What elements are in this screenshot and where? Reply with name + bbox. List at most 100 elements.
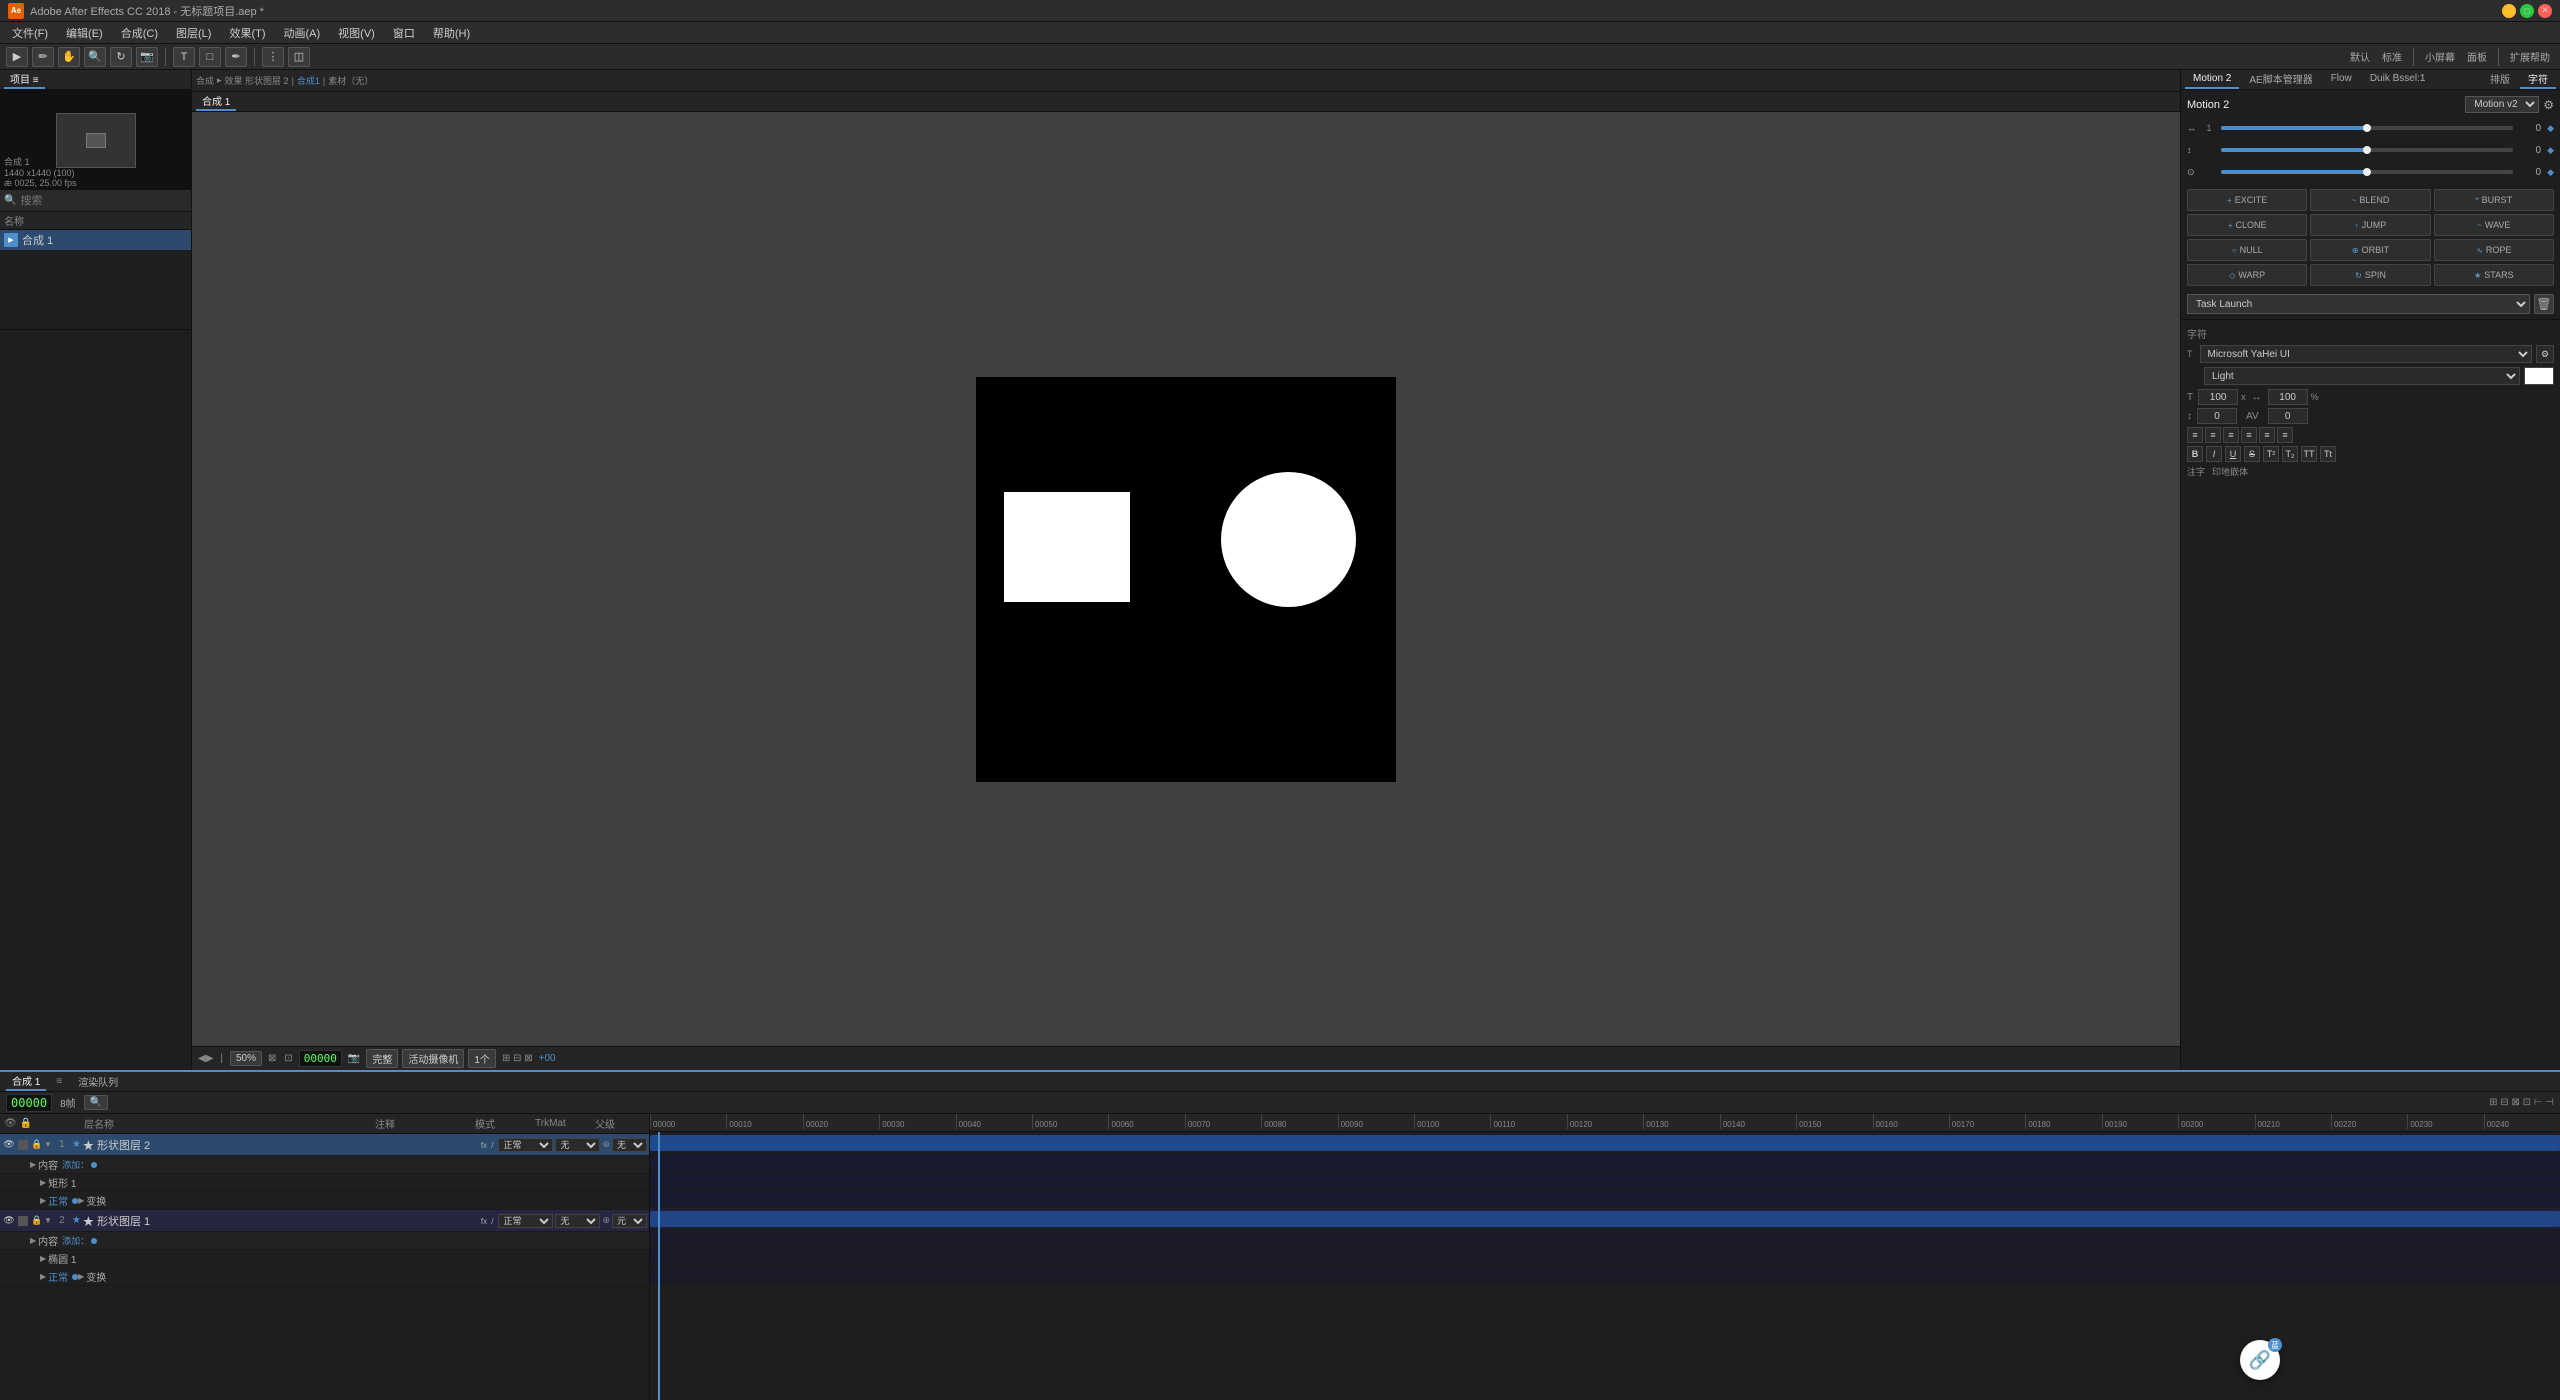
underline-btn[interactable]: U xyxy=(2225,446,2241,462)
shape-circle[interactable] xyxy=(1221,472,1356,607)
align-justify-btn[interactable]: ≡ xyxy=(2241,427,2257,443)
align-justify-full-btn[interactable]: ≡ xyxy=(2259,427,2275,443)
btn-rope[interactable]: ∿ROPE xyxy=(2434,239,2554,261)
layer1-fx-btn[interactable]: fx xyxy=(481,1141,487,1150)
btn-blend[interactable]: ~BLEND xyxy=(2310,189,2430,211)
tab-project[interactable]: 项目 ≡ xyxy=(4,70,45,89)
tool-shape-pen[interactable]: ✒ xyxy=(225,47,247,67)
align-right-btn[interactable]: ≡ xyxy=(2223,427,2239,443)
transform2-expand2[interactable]: ▶ xyxy=(78,1272,84,1281)
layer2-fx-btn[interactable]: fx xyxy=(481,1217,487,1226)
tool-snapping[interactable]: ◫ xyxy=(288,47,310,67)
superscript-btn[interactable]: T² xyxy=(2263,446,2279,462)
motion-version-select[interactable]: Motion v2 xyxy=(2465,96,2539,113)
tab-ae-scripts[interactable]: AE脚本管理器 xyxy=(2241,70,2320,89)
viewer-tab-comp1[interactable]: 合成 1 xyxy=(196,92,236,111)
tool-text[interactable]: T xyxy=(173,47,195,67)
text-color-swatch[interactable] xyxy=(2524,367,2554,385)
all-caps-btn[interactable]: TT xyxy=(2301,446,2317,462)
layer2-lock[interactable]: 🔒 xyxy=(30,1215,44,1226)
layer2-parent-select[interactable]: 元 xyxy=(612,1214,647,1228)
layer1-solo[interactable] xyxy=(18,1140,28,1150)
layer1-trkmat-select[interactable]: 无 xyxy=(555,1138,600,1152)
rect-expand[interactable]: ▶ xyxy=(40,1178,46,1187)
task-launch-select[interactable]: Task Launch xyxy=(2187,294,2530,314)
tab-character[interactable]: 字符 xyxy=(2520,70,2556,89)
layer2-eye[interactable]: 👁 xyxy=(2,1215,16,1226)
layer-row-2[interactable]: 👁 🔒 ▼ 2 ★ ★ 形状图层 1 fx / 正常 无 ⊕ xyxy=(0,1210,649,1232)
tool-select[interactable]: ▶ xyxy=(6,47,28,67)
tool-align[interactable]: ⋮ xyxy=(262,47,284,67)
tab-typography[interactable]: 排版 xyxy=(2482,70,2518,89)
content-expand[interactable]: ▶ xyxy=(30,1160,36,1169)
layer1-mode-select[interactable]: 正常 xyxy=(498,1138,553,1152)
slider-z-track[interactable] xyxy=(2221,170,2513,174)
menu-compose[interactable]: 合成(C) xyxy=(113,23,166,43)
close-button[interactable]: ✕ xyxy=(2538,4,2552,18)
project-item-comp1[interactable]: ▶ 合成 1 xyxy=(0,230,191,250)
views-select[interactable]: 1个 xyxy=(468,1049,496,1068)
transform1-expand[interactable]: ▶ xyxy=(40,1196,46,1205)
subscript-btn[interactable]: T₂ xyxy=(2282,446,2298,462)
kerning-input[interactable] xyxy=(2268,408,2308,424)
btn-burst[interactable]: *BURST xyxy=(2434,189,2554,211)
tab-duik[interactable]: Duik Bssel:1 xyxy=(2362,70,2434,89)
minimize-button[interactable]: ─ xyxy=(2502,4,2516,18)
task-delete-button[interactable]: 🗑 xyxy=(2534,294,2554,314)
tab-motion2[interactable]: Motion 2 xyxy=(2185,70,2239,89)
font-size-input[interactable] xyxy=(2198,389,2238,405)
btn-spin[interactable]: ↻SPIN xyxy=(2310,264,2430,286)
btn-jump[interactable]: ↑JUMP xyxy=(2310,214,2430,236)
timeline-search-btn[interactable]: 🔍 xyxy=(84,1095,108,1110)
align-left-btn[interactable]: ≡ xyxy=(2187,427,2203,443)
small-caps-btn[interactable]: Tt xyxy=(2320,446,2336,462)
font-settings-btn[interactable]: ⚙ xyxy=(2536,345,2554,363)
font-style-select[interactable]: Light xyxy=(2204,367,2520,385)
align-center-btn[interactable]: ≡ xyxy=(2205,427,2221,443)
tool-shape-rect[interactable]: □ xyxy=(199,47,221,67)
timeline-tab-render[interactable]: 渲染队列 xyxy=(72,1072,124,1091)
menu-edit[interactable]: 编辑(E) xyxy=(58,23,111,43)
tool-rotate[interactable]: ↻ xyxy=(110,47,132,67)
motion-settings-icon[interactable]: ⚙ xyxy=(2543,98,2554,112)
menu-animation[interactable]: 动画(A) xyxy=(276,23,329,43)
btn-warp[interactable]: ◇WARP xyxy=(2187,264,2307,286)
menu-help[interactable]: 帮助(H) xyxy=(425,23,478,43)
transform1-expand2[interactable]: ▶ xyxy=(78,1196,84,1205)
tracking-input[interactable] xyxy=(2268,389,2308,405)
layer2-solo[interactable] xyxy=(18,1216,28,1226)
layer-row-1[interactable]: 👁 🔒 ▼ 1 ★ ★ 形状图层 2 fx / 正常 无 ⊕ xyxy=(0,1134,649,1156)
menu-effects[interactable]: 效果(T) xyxy=(221,23,273,43)
font-name-select[interactable]: Microsoft YaHei UI xyxy=(2200,345,2533,363)
layer1-eye[interactable]: 👁 xyxy=(2,1139,16,1150)
menu-window[interactable]: 窗口 xyxy=(385,23,423,43)
menu-layer[interactable]: 图层(L) xyxy=(168,23,219,43)
bold-btn[interactable]: B xyxy=(2187,446,2203,462)
tab-flow[interactable]: Flow xyxy=(2323,70,2360,89)
btn-orbit[interactable]: ⊕ORBIT xyxy=(2310,239,2430,261)
align-justify-left-btn[interactable]: ≡ xyxy=(2277,427,2293,443)
slider-x-track[interactable] xyxy=(2221,126,2513,130)
menu-view[interactable]: 视图(V) xyxy=(330,23,383,43)
transform2-expand[interactable]: ▶ xyxy=(40,1272,46,1281)
zoom-select[interactable]: 50% xyxy=(230,1051,262,1066)
tool-zoom[interactable]: 🔍 xyxy=(84,47,106,67)
layer2-expand[interactable]: ▼ xyxy=(44,1216,52,1225)
layer1-lock[interactable]: 🔒 xyxy=(30,1139,44,1150)
playhead[interactable] xyxy=(658,1132,660,1400)
maximize-button[interactable]: □ xyxy=(2520,4,2534,18)
tool-camera[interactable]: 📷 xyxy=(136,47,158,67)
italic-btn[interactable]: I xyxy=(2206,446,2222,462)
btn-null[interactable]: ○NULL xyxy=(2187,239,2307,261)
layer1-parent-select[interactable]: 无 xyxy=(612,1138,647,1152)
strikethrough-btn[interactable]: S xyxy=(2244,446,2260,462)
camera-select[interactable]: 活动摄像机 xyxy=(402,1049,464,1068)
viewer-canvas[interactable] xyxy=(192,112,2180,1046)
layer2-mode-select[interactable]: 正常 xyxy=(498,1214,553,1228)
btn-excite[interactable]: +EXCITE xyxy=(2187,189,2307,211)
timeline-tab-comp1[interactable]: 合成 1 xyxy=(6,1072,46,1091)
tool-pen[interactable]: ✏ xyxy=(32,47,54,67)
slider-y-track[interactable] xyxy=(2221,148,2513,152)
layer1-expand[interactable]: ▼ xyxy=(44,1140,52,1149)
btn-clone[interactable]: +CLONE xyxy=(2187,214,2307,236)
